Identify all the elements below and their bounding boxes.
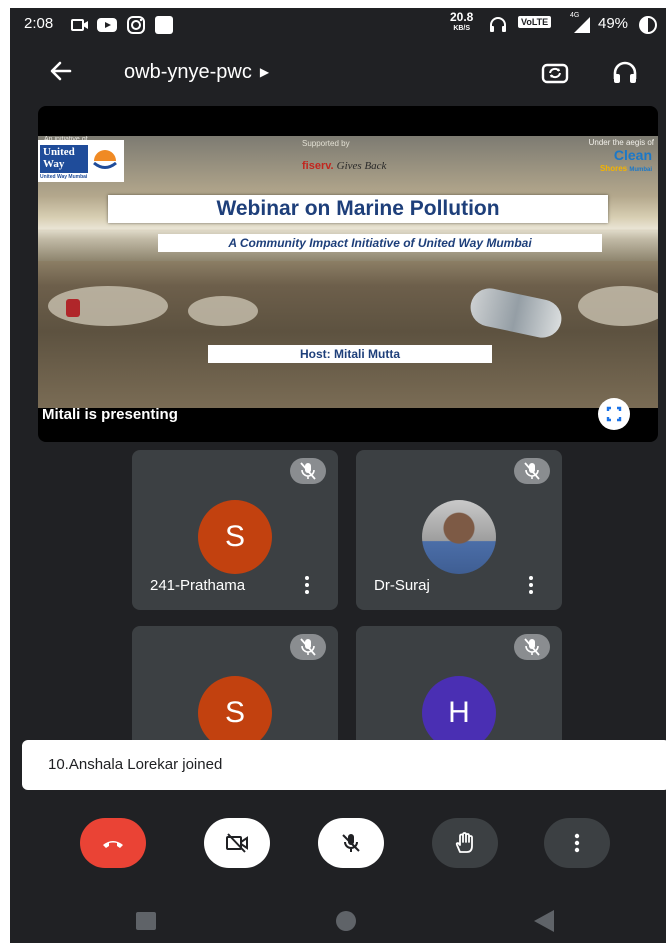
sponsor-brand: fiserv.	[302, 160, 334, 172]
meeting-code-button[interactable]: owb-ynye-pwc ▶	[124, 61, 269, 84]
united-way-tagline: United Way Mumbai	[40, 174, 88, 180]
app-status-icon	[155, 16, 173, 34]
signal-icon	[574, 17, 590, 33]
united-way-logo: United Way United Way Mumbai	[38, 140, 124, 182]
status-time: 2:08	[24, 15, 54, 32]
call-end-icon	[103, 841, 123, 848]
recents-nav-button[interactable]	[136, 912, 156, 930]
headset-status-icon	[490, 17, 506, 32]
network-speed-unit: KB/S	[453, 25, 471, 32]
clean-shores-city: Mumbai	[629, 167, 652, 173]
home-nav-button[interactable]	[336, 911, 356, 931]
mic-off-icon	[342, 834, 360, 852]
fullscreen-button[interactable]	[598, 398, 630, 430]
mute-badge	[290, 458, 326, 484]
volte-badge: VoLTE	[518, 16, 552, 28]
back-arrow-icon[interactable]	[48, 58, 74, 84]
battery-icon	[639, 16, 657, 34]
status-bar: 2:08 20.8 KB/S VoLTE 4G 49%	[10, 8, 666, 42]
camera-status-icon	[71, 19, 88, 31]
meeting-header: owb-ynye-pwc ▶	[10, 48, 666, 98]
youtube-status-icon	[97, 18, 117, 32]
mute-badge	[290, 634, 326, 660]
end-call-button[interactable]	[80, 818, 146, 868]
mic-off-icon	[300, 462, 316, 480]
clean-shores-logo: Clean Shores Mumbai	[599, 147, 652, 177]
sponsor-logo: fiserv. Gives Back	[302, 160, 386, 172]
more-vert-icon	[574, 833, 580, 853]
sponsor-text: Gives Back	[336, 160, 387, 172]
meet-app-screen: 2:08 20.8 KB/S VoLTE 4G 49% owb-ynye-pwc ▶…	[10, 8, 666, 943]
raise-hand-icon	[455, 832, 473, 853]
mute-badge	[514, 458, 550, 484]
microphone-toggle-button[interactable]	[318, 818, 384, 868]
aegis-label: Under the aegis of	[588, 138, 654, 147]
slide-bottle-cap	[66, 299, 80, 317]
participant-name: Dr-Suraj	[374, 577, 430, 594]
mute-badge	[514, 634, 550, 660]
network-speed: 20.8 KB/S	[450, 10, 474, 34]
camera-off-icon	[226, 833, 248, 853]
more-vert-icon[interactable]	[526, 574, 536, 598]
audio-output-icon[interactable]	[610, 58, 640, 88]
join-notification-text: 10.Anshala Lorekar joined	[48, 756, 223, 773]
slide-debris	[188, 296, 258, 326]
meeting-code: owb-ynye-pwc	[124, 61, 252, 83]
supported-label: Supported by	[302, 139, 350, 148]
slide-host: Host: Mitali Mutta	[208, 345, 492, 363]
join-notification: 10.Anshala Lorekar joined	[22, 740, 666, 790]
raise-hand-button[interactable]	[432, 818, 498, 868]
mic-off-icon	[524, 462, 540, 480]
participant-name: 241-Prathama	[150, 577, 246, 594]
clean-shores-sub: Shores	[599, 164, 628, 173]
united-way-badge: United Way	[40, 145, 88, 173]
avatar: S	[198, 500, 272, 574]
caret-right-icon: ▶	[259, 65, 270, 79]
avatar: S	[198, 676, 272, 750]
clean-shores-main: Clean	[613, 147, 652, 163]
presentation-slide: An initiative of UnitedWay United Way Mu…	[38, 136, 658, 408]
avatar-photo	[422, 500, 496, 574]
united-way-line2: Way	[43, 158, 65, 170]
network-speed-value: 20.8	[450, 10, 474, 24]
slide-bottle	[467, 284, 565, 342]
participant-tile[interactable]: S 241-Prathama	[132, 450, 338, 610]
fullscreen-icon	[606, 406, 622, 422]
camera-toggle-button[interactable]	[204, 818, 270, 868]
mic-off-icon	[524, 638, 540, 656]
united-way-line1: United	[43, 146, 75, 158]
avatar: H	[422, 676, 496, 750]
slide-title: Webinar on Marine Pollution	[108, 195, 608, 223]
slide-debris	[578, 286, 658, 326]
participant-tile[interactable]: Dr-Suraj	[356, 450, 562, 610]
more-vert-icon[interactable]	[302, 574, 312, 598]
battery-percent: 49%	[598, 15, 629, 32]
switch-camera-icon[interactable]	[540, 58, 570, 88]
presentation-view[interactable]: An initiative of UnitedWay United Way Mu…	[38, 106, 658, 442]
more-options-button[interactable]	[544, 818, 610, 868]
united-way-emblem-icon	[93, 150, 117, 169]
back-nav-button[interactable]	[534, 910, 554, 932]
presenter-label: Mitali is presenting	[42, 406, 178, 423]
mic-off-icon	[300, 638, 316, 656]
slide-subtitle: A Community Impact Initiative of United …	[158, 234, 602, 252]
instagram-status-icon	[127, 16, 145, 34]
